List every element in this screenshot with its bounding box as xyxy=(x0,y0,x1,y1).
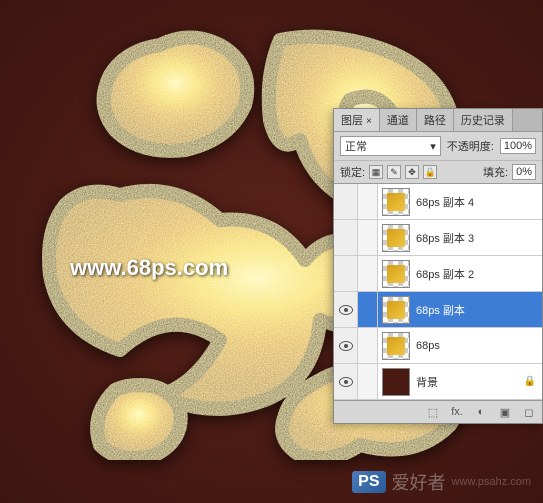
layer-thumbnail[interactable] xyxy=(382,332,410,360)
layer-name[interactable]: 68ps xyxy=(414,340,440,352)
eye-icon xyxy=(339,377,353,387)
lock-all-icon[interactable]: 🔒 xyxy=(423,165,437,179)
fill-value[interactable]: 0% xyxy=(512,164,536,180)
lock-row: 锁定: ▦ ✎ ✥ 🔒 填充: 0% xyxy=(334,161,542,184)
layer-thumbnail[interactable] xyxy=(382,260,410,288)
visibility-toggle[interactable] xyxy=(334,364,358,399)
lock-move-icon[interactable]: ✥ xyxy=(405,165,419,179)
layer-row[interactable]: 背景 🔒 xyxy=(334,364,542,400)
link-column xyxy=(358,328,378,363)
tab-history[interactable]: 历史记录 xyxy=(454,109,513,131)
link-column xyxy=(358,220,378,255)
chevron-down-icon: ▾ xyxy=(430,140,436,153)
layer-thumbnail[interactable] xyxy=(382,368,410,396)
opacity-value[interactable]: 100% xyxy=(500,138,536,154)
lock-icon: 🔒 xyxy=(524,376,536,387)
ps-logo: PS xyxy=(352,471,385,493)
blend-mode-row: 正常▾ 不透明度: 100% xyxy=(334,132,542,161)
eye-icon xyxy=(339,305,353,315)
lock-paint-icon[interactable]: ✎ xyxy=(387,165,401,179)
layer-name[interactable]: 68ps 副本 3 xyxy=(414,230,474,246)
panel-tabs: 图层× 通道 路径 历史记录 xyxy=(334,109,542,132)
layer-row[interactable]: 68ps 副本 xyxy=(334,292,542,328)
layer-row[interactable]: 68ps 副本 3 xyxy=(334,220,542,256)
visibility-toggle[interactable] xyxy=(334,184,358,219)
lock-transparency-icon[interactable]: ▦ xyxy=(369,165,383,179)
bottom-watermark: PS 爱好者 www.psahz.com xyxy=(352,469,531,495)
tab-layers[interactable]: 图层× xyxy=(334,109,380,131)
layer-name[interactable]: 68ps 副本 4 xyxy=(414,194,474,210)
visibility-toggle[interactable] xyxy=(334,328,358,363)
fill-label: 填充: xyxy=(483,164,508,180)
layer-name[interactable]: 背景 xyxy=(414,374,438,390)
link-layers-icon[interactable]: ⬚ xyxy=(424,404,442,420)
fx-icon[interactable]: fx. xyxy=(448,404,466,420)
layer-row[interactable]: 68ps 副本 4 xyxy=(334,184,542,220)
layer-list: 68ps 副本 4 68ps 副本 3 68ps 副本 2 68ps 副本 68ps 背景… xyxy=(334,184,542,400)
layer-thumbnail[interactable] xyxy=(382,224,410,252)
layer-name[interactable]: 68ps 副本 2 xyxy=(414,266,474,282)
eye-icon xyxy=(339,341,353,351)
link-column xyxy=(358,256,378,291)
link-column xyxy=(358,292,378,327)
watermark-text: www.68ps.com xyxy=(70,255,228,281)
new-layer-icon[interactable]: ▣ xyxy=(496,404,514,420)
blend-mode-select[interactable]: 正常▾ xyxy=(340,136,441,156)
opacity-label: 不透明度: xyxy=(447,138,494,154)
layers-panel: 图层× 通道 路径 历史记录 正常▾ 不透明度: 100% 锁定: ▦ ✎ ✥ … xyxy=(333,108,543,424)
mask-icon[interactable]: ◐ xyxy=(472,404,490,420)
visibility-toggle[interactable] xyxy=(334,220,358,255)
layer-row[interactable]: 68ps xyxy=(334,328,542,364)
layer-thumbnail[interactable] xyxy=(382,188,410,216)
layer-thumbnail[interactable] xyxy=(382,296,410,324)
link-column xyxy=(358,184,378,219)
visibility-toggle[interactable] xyxy=(334,292,358,327)
link-column xyxy=(358,364,378,399)
lock-label: 锁定: xyxy=(340,164,365,180)
tab-paths[interactable]: 路径 xyxy=(417,109,454,131)
layer-row[interactable]: 68ps 副本 2 xyxy=(334,256,542,292)
panel-footer: ⬚ fx. ◐ ▣ ◻ xyxy=(334,400,542,423)
adjustment-icon[interactable]: ◻ xyxy=(520,404,538,420)
visibility-toggle[interactable] xyxy=(334,256,358,291)
close-icon[interactable]: × xyxy=(366,116,372,127)
layer-name[interactable]: 68ps 副本 xyxy=(414,302,465,318)
tab-channels[interactable]: 通道 xyxy=(380,109,417,131)
